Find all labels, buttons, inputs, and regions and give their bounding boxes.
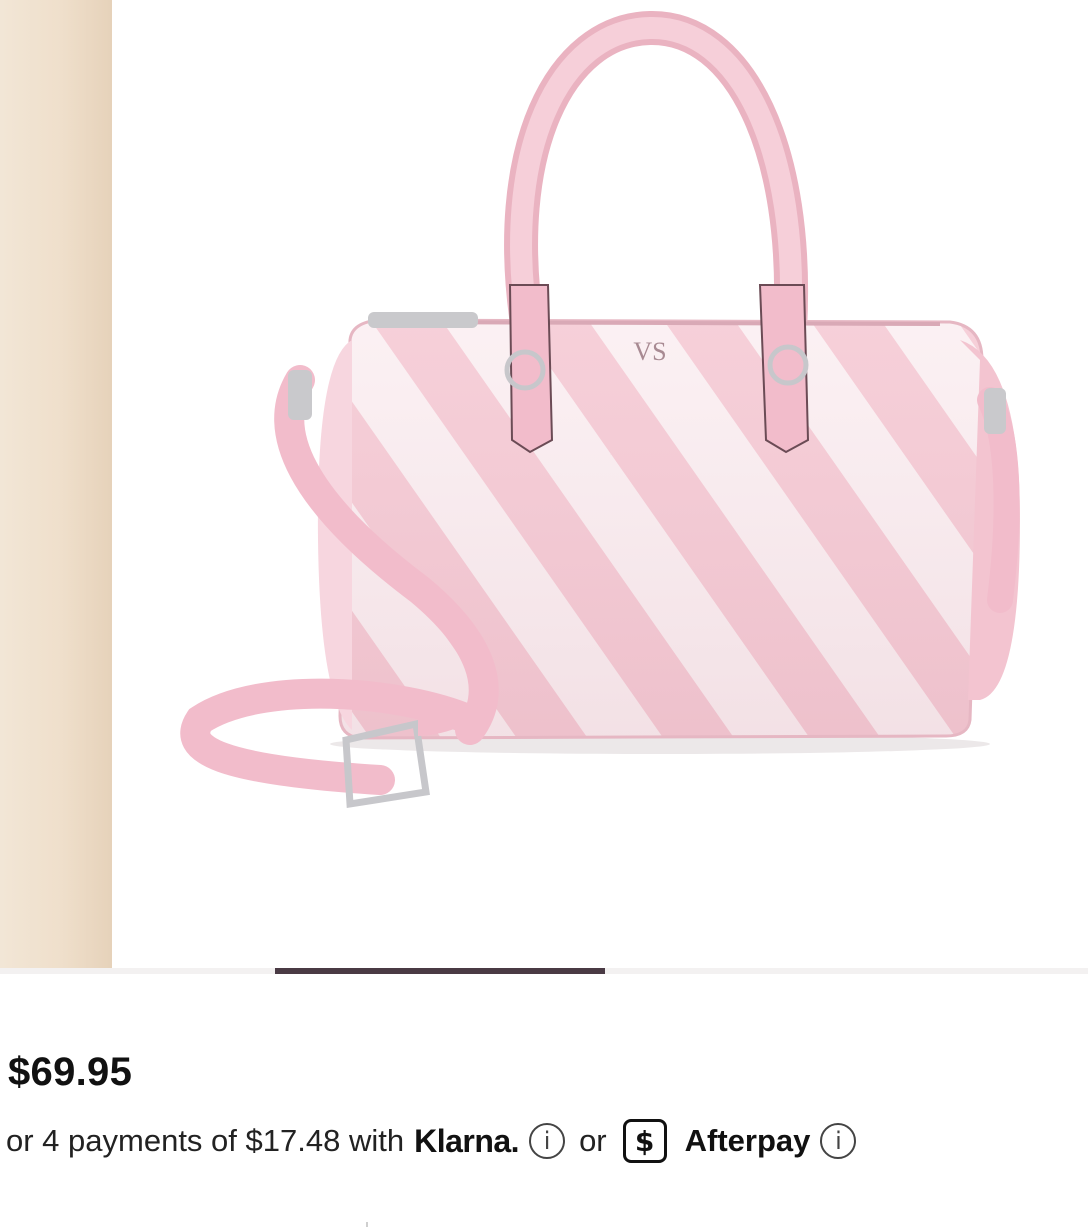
product-page: VS $69.95 or 4 payments of $17.48 with K… xyxy=(0,0,1088,1229)
afterpay-icon: $ xyxy=(622,1119,667,1163)
carousel-progress-track xyxy=(0,968,1088,974)
payment-separator: or xyxy=(579,1123,607,1158)
divider xyxy=(366,1222,368,1227)
previous-slide-image[interactable] xyxy=(0,0,112,968)
afterpay-info-icon[interactable]: i xyxy=(820,1123,857,1159)
afterpay-logo[interactable]: Afterpay xyxy=(685,1123,811,1159)
svg-text:VS: VS xyxy=(633,337,666,366)
carousel-progress-indicator xyxy=(275,968,605,974)
klarna-logo[interactable]: Klarna. xyxy=(414,1123,519,1160)
product-price: $69.95 xyxy=(8,1050,133,1094)
klarna-info-icon[interactable]: i xyxy=(529,1123,566,1159)
installment-payments: or 4 payments of $17.48 with Klarna. i o… xyxy=(6,1114,857,1168)
product-image[interactable]: VS xyxy=(112,0,1088,968)
product-image-carousel[interactable]: VS xyxy=(0,0,1088,968)
installment-text: or 4 payments of $17.48 with xyxy=(6,1123,405,1158)
